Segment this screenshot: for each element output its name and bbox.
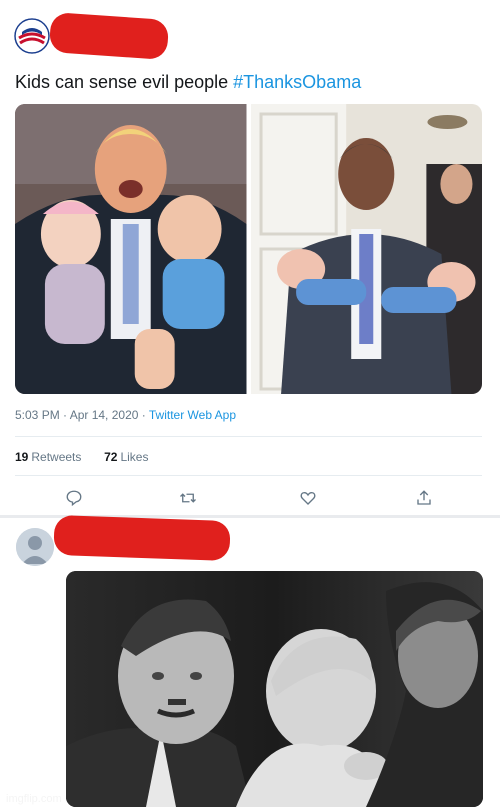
tweet-text: Kids can sense evil people #ThanksObama	[15, 72, 361, 93]
tweet-photos	[15, 104, 482, 394]
retweets-count: 19	[15, 450, 29, 464]
divider-top	[15, 436, 482, 437]
retweet-icon[interactable]	[174, 484, 202, 512]
tweet-client-link[interactable]: Twitter Web App	[149, 408, 236, 422]
hashtag-link[interactable]: #ThanksObama	[233, 72, 361, 92]
redacted-username	[48, 11, 170, 61]
likes-stat[interactable]: 72 Likes	[104, 450, 148, 464]
share-icon[interactable]	[410, 484, 438, 512]
retweets-label: Retweets	[31, 450, 82, 464]
reply-photo[interactable]	[66, 571, 483, 807]
right-photo[interactable]	[250, 104, 482, 394]
default-avatar-icon[interactable]	[16, 528, 54, 566]
watermark: imgflip.com	[6, 793, 62, 805]
reply-tweet: imgflip.com	[0, 514, 500, 807]
tweet-card: Kids can sense evil people #ThanksObama	[0, 0, 500, 515]
tweet-time: 5:03 PM · Apr 14, 2020 ·	[15, 408, 149, 422]
redacted-username	[53, 514, 231, 562]
tweet-actions	[0, 484, 500, 512]
tweet-timestamp: 5:03 PM · Apr 14, 2020 · Twitter Web App	[15, 408, 236, 422]
retweets-stat[interactable]: 19 Retweets	[15, 450, 81, 464]
reply-icon[interactable]	[60, 484, 88, 512]
left-photo[interactable]	[15, 104, 247, 394]
tweet-body: Kids can sense evil people	[15, 72, 234, 92]
likes-label: Likes	[120, 450, 149, 464]
tweet-stats: 19 Retweets 72 Likes	[15, 450, 148, 464]
user-avatar[interactable]	[14, 18, 50, 54]
like-icon[interactable]	[294, 484, 322, 512]
likes-count: 72	[104, 450, 118, 464]
divider-bottom	[15, 475, 482, 476]
